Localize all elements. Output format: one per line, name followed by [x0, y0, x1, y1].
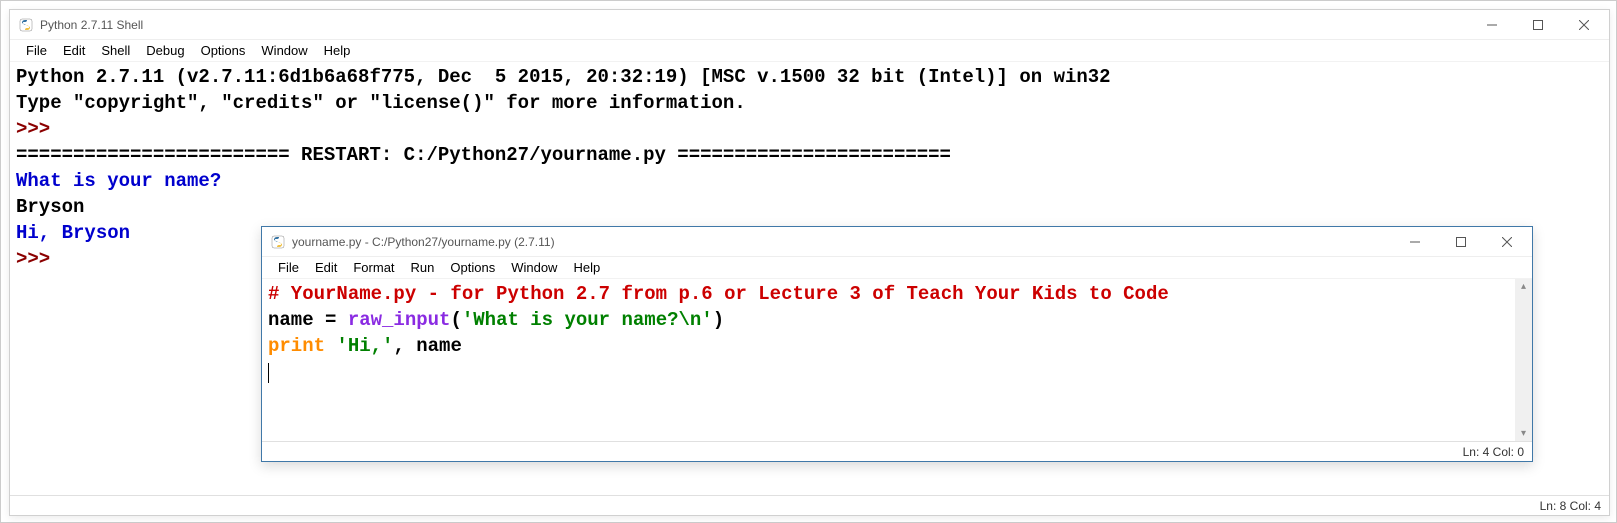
code-comment: # YourName.py - for Python 2.7 from p.6 …: [268, 283, 1169, 305]
menu-edit[interactable]: Edit: [307, 259, 345, 276]
code-hi-string: 'Hi,': [336, 335, 393, 357]
scroll-down-icon[interactable]: ▾: [1521, 428, 1526, 439]
menu-shell[interactable]: Shell: [93, 42, 138, 59]
shell-line-version: Python 2.7.11 (v2.7.11:6d1b6a68f775, Dec…: [16, 66, 1111, 88]
code-equals: =: [325, 309, 348, 331]
code-print-keyword: print: [268, 335, 325, 357]
scroll-up-icon[interactable]: ▴: [1521, 281, 1526, 292]
text-cursor: [268, 363, 269, 383]
shell-statusbar: Ln: 8 Col: 4: [10, 495, 1609, 515]
code-string-arg: 'What is your name?\n': [462, 309, 713, 331]
menu-options[interactable]: Options: [442, 259, 503, 276]
editor-statusbar: Ln: 4 Col: 0: [262, 441, 1532, 461]
python-idle-icon: [270, 234, 286, 250]
shell-cursor-position: Ln: 8 Col: 4: [1540, 499, 1601, 513]
shell-output-line: Hi, Bryson: [16, 222, 130, 244]
code-raw-input: raw_input: [348, 309, 451, 331]
python-idle-icon: [18, 17, 34, 33]
menu-options[interactable]: Options: [193, 42, 254, 59]
close-button[interactable]: [1484, 227, 1530, 256]
shell-line-info: Type "copyright", "credits" or "license(…: [16, 92, 746, 114]
editor-cursor-position: Ln: 4 Col: 0: [1463, 445, 1524, 459]
maximize-button[interactable]: [1515, 10, 1561, 39]
menu-window[interactable]: Window: [503, 259, 565, 276]
maximize-button[interactable]: [1438, 227, 1484, 256]
code-comma-name: , name: [393, 335, 461, 357]
close-button[interactable]: [1561, 10, 1607, 39]
editor-menubar: File Edit Format Run Options Window Help: [262, 257, 1532, 279]
menu-file[interactable]: File: [270, 259, 307, 276]
menu-edit[interactable]: Edit: [55, 42, 93, 59]
minimize-button[interactable]: [1392, 227, 1438, 256]
menu-run[interactable]: Run: [403, 259, 443, 276]
shell-menubar: File Edit Shell Debug Options Window Hel…: [10, 40, 1609, 62]
shell-restart-line: ======================== RESTART: C:/Pyt…: [16, 144, 951, 166]
menu-format[interactable]: Format: [345, 259, 402, 276]
minimize-button[interactable]: [1469, 10, 1515, 39]
code-paren-close: ): [713, 309, 724, 331]
shell-titlebar[interactable]: Python 2.7.11 Shell: [10, 10, 1609, 40]
editor-window-controls: [1392, 227, 1530, 256]
code-name-var: name: [268, 309, 325, 331]
menu-window[interactable]: Window: [253, 42, 315, 59]
shell-question-line: What is your name?: [16, 170, 221, 192]
menu-help[interactable]: Help: [565, 259, 608, 276]
editor-title-text: yourname.py - C:/Python27/yourname.py (2…: [292, 235, 1392, 249]
editor-scrollbar[interactable]: ▴ ▾: [1515, 279, 1532, 441]
menu-help[interactable]: Help: [316, 42, 359, 59]
editor-code-area[interactable]: # YourName.py - for Python 2.7 from p.6 …: [262, 279, 1515, 441]
shell-window-controls: [1469, 10, 1607, 39]
shell-title-text: Python 2.7.11 Shell: [40, 18, 1469, 32]
shell-prompt: >>>: [16, 248, 50, 270]
shell-prompt: >>>: [16, 118, 50, 140]
shell-user-input: Bryson: [16, 196, 84, 218]
code-space: [325, 335, 336, 357]
python-editor-window: yourname.py - C:/Python27/yourname.py (2…: [261, 226, 1533, 462]
editor-titlebar[interactable]: yourname.py - C:/Python27/yourname.py (2…: [262, 227, 1532, 257]
menu-file[interactable]: File: [18, 42, 55, 59]
code-paren-open: (: [450, 309, 461, 331]
menu-debug[interactable]: Debug: [138, 42, 192, 59]
